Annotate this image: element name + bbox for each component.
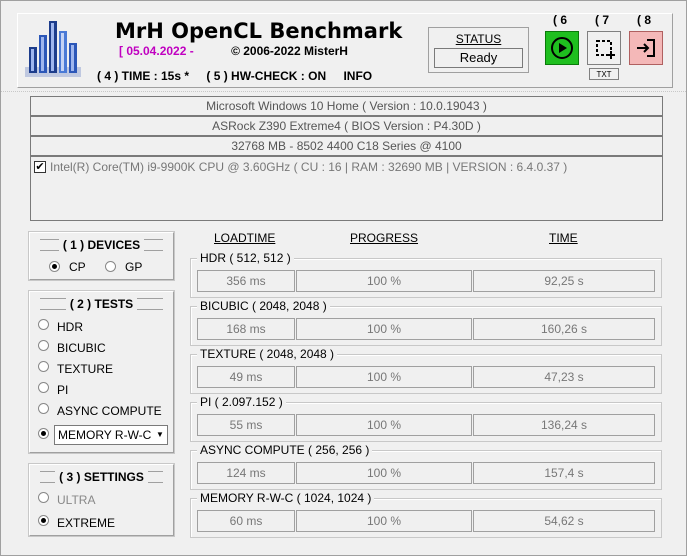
device-gp-radio[interactable] xyxy=(105,261,116,272)
options-line: ( 4 ) TIME : 15s * ( 5 ) HW-CHECK : ON I… xyxy=(97,69,386,83)
crop-icon xyxy=(596,40,615,59)
chevron-down-icon: ▼ xyxy=(153,426,167,444)
result-progress: 100 % xyxy=(296,510,472,532)
result-progress: 100 % xyxy=(296,462,472,484)
app-title: MrH OpenCL Benchmark xyxy=(115,19,403,43)
result-time: 160,26 s xyxy=(473,318,655,340)
divider xyxy=(1,91,687,92)
exit-icon xyxy=(637,39,655,57)
setting-ultra-radio[interactable] xyxy=(38,492,49,503)
result-pi: PI ( 2.097.152 ) 55 ms 100 % 136,24 s xyxy=(190,395,662,442)
result-async-compute: ASYNC COMPUTE ( 256, 256 ) 124 ms 100 % … xyxy=(190,443,662,490)
devices-title: ( 1 ) DEVICES xyxy=(40,238,163,252)
cpu-info: Intel(R) Core(TM) i9-9900K CPU @ 3.60GHz… xyxy=(50,160,568,174)
result-progress: 100 % xyxy=(296,414,472,436)
result-progress: 100 % xyxy=(296,270,472,292)
result-loadtime: 356 ms xyxy=(197,270,295,292)
setting-ultra-label: ULTRA xyxy=(57,493,96,507)
snapshot-button[interactable] xyxy=(587,31,621,65)
release-date: [ 05.04.2022 - xyxy=(119,44,194,58)
progress-header: PROGRESS xyxy=(350,231,419,245)
run-number-label: ( 6 xyxy=(553,13,568,27)
logo-icon xyxy=(25,21,81,77)
test-async-label: ASYNC COMPUTE xyxy=(57,404,162,418)
result-progress: 100 % xyxy=(296,318,472,340)
result-progress: 100 % xyxy=(296,366,472,388)
test-pi-label: PI xyxy=(57,383,69,397)
copyright: © 2006-2022 MisterH xyxy=(231,44,348,58)
time-header: TIME xyxy=(549,231,578,245)
os-info: Microsoft Windows 10 Home ( Version : 10… xyxy=(30,96,663,116)
result-bicubic: BICUBIC ( 2048, 2048 ) 168 ms 100 % 160,… xyxy=(190,299,662,346)
result-name: ASYNC COMPUTE ( 256, 256 ) xyxy=(197,443,373,457)
result-name: HDR ( 512, 512 ) xyxy=(197,251,294,265)
result-loadtime: 124 ms xyxy=(197,462,295,484)
exit-button[interactable] xyxy=(629,31,663,65)
result-time: 157,4 s xyxy=(473,462,655,484)
test-async-radio[interactable] xyxy=(38,403,49,414)
test-hdr-label: HDR xyxy=(57,320,83,334)
setting-extreme-label: EXTREME xyxy=(57,516,116,530)
run-button[interactable] xyxy=(545,31,579,65)
status-value: Ready xyxy=(434,48,523,68)
loadtime-header: LOADTIME xyxy=(214,231,276,245)
exit-number-label: ( 8 xyxy=(637,13,652,27)
memory-info: 32768 MB - 8502 4400 C18 Series @ 4100 xyxy=(30,136,663,156)
result-hdr: HDR ( 512, 512 ) 356 ms 100 % 92,25 s xyxy=(190,251,662,298)
result-name: PI ( 2.097.152 ) xyxy=(197,395,286,409)
status-label: STATUS xyxy=(455,32,502,46)
result-name: TEXTURE ( 2048, 2048 ) xyxy=(197,347,338,361)
device-cp-radio[interactable] xyxy=(49,261,60,272)
result-time: 47,23 s xyxy=(473,366,655,388)
test-bicubic-radio[interactable] xyxy=(38,340,49,351)
result-time: 54,62 s xyxy=(473,510,655,532)
result-memory-rwc: MEMORY R-W-C ( 1024, 1024 ) 60 ms 100 % … xyxy=(190,491,662,538)
settings-title: ( 3 ) SETTINGS xyxy=(40,470,163,484)
play-icon xyxy=(551,37,573,59)
result-name: MEMORY R-W-C ( 1024, 1024 ) xyxy=(197,491,375,505)
date-copyright-line: [ 05.04.2022 - © 2006-2022 MisterH xyxy=(119,44,348,58)
test-texture-radio[interactable] xyxy=(38,361,49,372)
test-texture-label: TEXTURE xyxy=(57,362,114,376)
cpu-checkbox[interactable]: ✔ xyxy=(34,161,46,173)
test-bicubic-label: BICUBIC xyxy=(57,341,106,355)
test-hdr-radio[interactable] xyxy=(38,319,49,330)
result-loadtime: 55 ms xyxy=(197,414,295,436)
status-box: STATUS Ready xyxy=(428,27,529,73)
result-name: BICUBIC ( 2048, 2048 ) xyxy=(197,299,330,313)
txt-export-button[interactable]: TXT xyxy=(589,68,619,80)
time-option[interactable]: ( 4 ) TIME : 15s * xyxy=(97,69,189,83)
info-link[interactable]: INFO xyxy=(343,69,372,83)
tests-title: ( 2 ) TESTS xyxy=(40,297,163,311)
snapshot-number-label: ( 7 xyxy=(595,13,610,27)
result-time: 92,25 s xyxy=(473,270,655,292)
devices-group: ( 1 ) DEVICES xyxy=(28,231,175,281)
setting-extreme-radio[interactable] xyxy=(38,515,49,526)
hwcheck-option[interactable]: ( 5 ) HW-CHECK : ON xyxy=(206,69,326,83)
cpu-list: ✔ Intel(R) Core(TM) i9-9900K CPU @ 3.60G… xyxy=(30,156,663,221)
result-loadtime: 60 ms xyxy=(197,510,295,532)
board-info: ASRock Z390 Extreme4 ( BIOS Version : P4… xyxy=(30,116,663,136)
test-pi-radio[interactable] xyxy=(38,382,49,393)
device-gp-label: GP xyxy=(125,260,143,274)
memory-test-value: MEMORY R-W-C xyxy=(58,428,152,442)
memory-test-dropdown[interactable]: MEMORY R-W-C ▼ xyxy=(54,425,168,445)
app-window: MrH OpenCL Benchmark [ 05.04.2022 - © 20… xyxy=(0,0,687,556)
test-memory-radio[interactable] xyxy=(38,428,49,439)
result-time: 136,24 s xyxy=(473,414,655,436)
result-loadtime: 49 ms xyxy=(197,366,295,388)
result-loadtime: 168 ms xyxy=(197,318,295,340)
device-cp-label: CP xyxy=(69,260,86,274)
result-texture: TEXTURE ( 2048, 2048 ) 49 ms 100 % 47,23… xyxy=(190,347,662,394)
